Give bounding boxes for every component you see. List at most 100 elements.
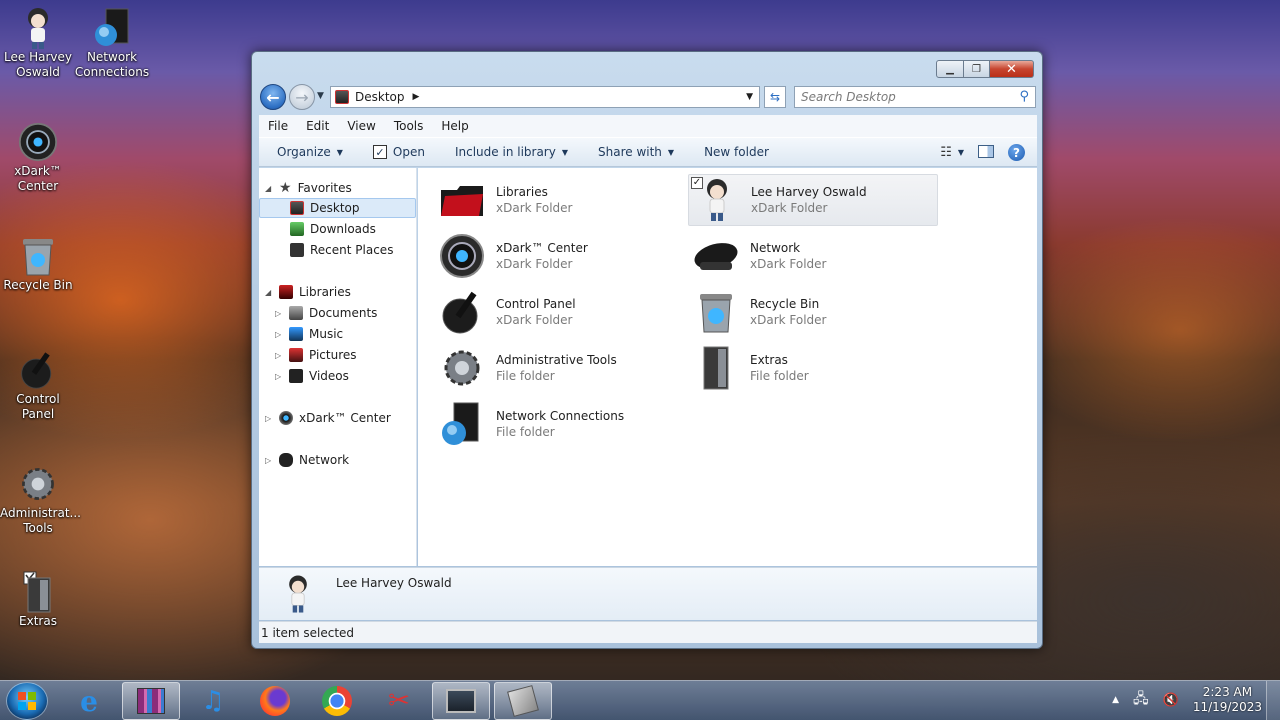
maximize-button[interactable]: ❐	[964, 60, 990, 78]
close-icon: ✕	[1006, 61, 1017, 77]
nav-documents[interactable]: ▷ Documents	[275, 303, 377, 323]
collapse-arrow-icon[interactable]: ◢	[265, 184, 273, 193]
file-item-administrative-tools[interactable]: Administrative Tools File folder	[434, 342, 684, 394]
taskbar-tools[interactable]: ✂	[370, 682, 428, 720]
star-icon: ★	[279, 180, 292, 196]
show-hidden-icons-button[interactable]: ▲	[1112, 695, 1119, 705]
file-name: Libraries	[496, 185, 548, 199]
expand-arrow-icon[interactable]: ▷	[275, 309, 283, 318]
start-button[interactable]	[6, 682, 48, 720]
close-button[interactable]: ✕	[990, 60, 1034, 78]
desktop-icon-lee-harvey-oswald[interactable]: Lee Harvey Oswald	[0, 8, 76, 80]
minimize-icon: ▁	[946, 63, 954, 75]
file-type: xDark Folder	[496, 257, 573, 271]
clock-date: 11/19/2023	[1192, 700, 1262, 714]
change-view-button[interactable]: ☷ ▼	[940, 145, 964, 160]
help-button[interactable]: ?	[1008, 144, 1025, 161]
desktop-icon-recycle-bin[interactable]: Recycle Bin	[0, 236, 76, 293]
file-name: xDark™ Center	[496, 241, 588, 255]
taskbar-explorer[interactable]	[432, 682, 490, 720]
file-item-xdark-center[interactable]: xDark™ Center xDark Folder	[434, 230, 684, 282]
file-item-network[interactable]: Network xDark Folder	[688, 230, 938, 282]
menu-file[interactable]: File	[268, 119, 288, 133]
show-desktop-button[interactable]	[1266, 681, 1280, 720]
nav-xdark-center[interactable]: ▷ xDark™ Center	[265, 408, 391, 428]
menu-help[interactable]: Help	[441, 119, 468, 133]
nav-label: Network	[299, 453, 350, 467]
itunes-icon: ♫	[201, 686, 225, 716]
nav-libraries[interactable]: ◢ Libraries	[265, 282, 351, 302]
taskbar-chrome[interactable]	[308, 682, 366, 720]
breadcrumb-chevron-icon[interactable]: ▶	[413, 92, 420, 102]
volume-muted-icon[interactable]: 🔇	[1163, 693, 1179, 708]
network-icon	[692, 232, 740, 280]
nav-downloads[interactable]: Downloads	[290, 219, 376, 239]
file-item-lee-harvey-oswald[interactable]: ✓ Lee Harvey Oswald xDark Folder	[688, 174, 938, 226]
command-bar-right: ☷ ▼ ?	[940, 144, 1025, 161]
desktop-icon-label: Administrat... Tools	[0, 506, 81, 535]
taskbar-itunes[interactable]: ♫	[184, 682, 242, 720]
nav-network[interactable]: ▷ Network	[265, 450, 349, 470]
desktop-icon-label: Network Connections	[74, 50, 150, 79]
refresh-button[interactable]: ⇆	[764, 86, 786, 108]
share-with-button[interactable]: Share with ▼	[598, 145, 674, 159]
recent-pages-dropdown[interactable]: ▼	[317, 91, 324, 101]
expand-arrow-icon[interactable]: ▷	[265, 456, 273, 465]
minimize-button[interactable]: ▁	[936, 60, 964, 78]
taskbar-internet-explorer[interactable]: e	[60, 682, 118, 720]
menu-tools[interactable]: Tools	[394, 119, 424, 133]
menu-edit[interactable]: Edit	[306, 119, 329, 133]
desktop-icon-extras[interactable]: Extras	[0, 571, 76, 629]
file-name: Control Panel	[496, 297, 576, 311]
expand-arrow-icon[interactable]: ▷	[265, 414, 273, 423]
open-button[interactable]: ✓ Open	[372, 145, 425, 159]
desktop-icon-control-panel[interactable]: Control Panel	[0, 350, 76, 422]
search-input[interactable]: Search Desktop ⚲	[794, 86, 1036, 108]
details-pane: Lee Harvey Oswald	[259, 567, 1037, 620]
windows-logo-icon	[18, 692, 36, 710]
nav-music[interactable]: ▷ Music	[275, 324, 343, 344]
taskbar: e ♫ ✂ ▲ 🖧 🔇 2:23 AM 11/19/2023	[0, 680, 1280, 720]
taskbar-firefox[interactable]	[246, 682, 304, 720]
file-item-control-panel[interactable]: Control Panel xDark Folder	[434, 286, 684, 338]
nav-recent-places[interactable]: Recent Places	[290, 240, 393, 260]
nav-favorites[interactable]: ◢ ★ Favorites	[265, 178, 352, 198]
expand-arrow-icon[interactable]: ▷	[275, 330, 283, 339]
desktop-icon-network-connections[interactable]: Network Connections	[74, 8, 150, 80]
nav-pictures[interactable]: ▷ Pictures	[275, 345, 357, 365]
expand-arrow-icon[interactable]: ▷	[275, 372, 283, 381]
desktop-icon-xdark-center[interactable]: xDark™ Center	[0, 122, 76, 194]
collapse-arrow-icon[interactable]: ◢	[265, 288, 273, 297]
nav-desktop[interactable]: Desktop	[259, 198, 416, 218]
file-item-network-connections[interactable]: Network Connections File folder	[434, 398, 684, 450]
tools-icon: ✂	[388, 686, 410, 716]
selection-checkbox[interactable]: ✓	[691, 177, 703, 189]
network-status-icon[interactable]: 🖧	[1133, 688, 1149, 712]
new-folder-button[interactable]: New folder	[704, 145, 769, 159]
organize-button[interactable]: Organize ▼	[277, 145, 343, 159]
organize-label: Organize	[277, 145, 331, 159]
file-item-recycle-bin[interactable]: Recycle Bin xDark Folder	[688, 286, 938, 338]
menu-view[interactable]: View	[347, 119, 375, 133]
include-in-library-button[interactable]: Include in library ▼	[455, 145, 568, 159]
nav-label: Pictures	[309, 348, 357, 362]
chevron-down-icon: ▼	[336, 147, 343, 157]
back-button[interactable]: ←	[260, 84, 286, 110]
expand-arrow-icon[interactable]: ▷	[275, 351, 283, 360]
nav-label: xDark™ Center	[299, 411, 391, 425]
clock[interactable]: 2:23 AM 11/19/2023	[1193, 685, 1262, 715]
taskbar-winrar[interactable]	[122, 682, 180, 720]
desktop-folder-icon	[290, 201, 304, 215]
preview-pane-button[interactable]	[978, 144, 994, 161]
desktop-icon-administrative-tools[interactable]: Administrat... Tools	[0, 464, 81, 536]
forward-button[interactable]: →	[289, 84, 315, 110]
taskbar-xdark[interactable]	[494, 682, 552, 720]
file-name: Recycle Bin	[750, 297, 820, 311]
address-location[interactable]: Desktop	[355, 90, 405, 104]
search-icon[interactable]: ⚲	[1019, 89, 1029, 104]
file-item-extras[interactable]: Extras File folder	[688, 342, 938, 394]
nav-videos[interactable]: ▷ Videos	[275, 366, 349, 386]
address-history-dropdown[interactable]: ▼	[746, 92, 753, 102]
address-bar[interactable]: Desktop ▶ ▼	[330, 86, 760, 108]
file-item-libraries[interactable]: Libraries xDark Folder	[434, 174, 684, 226]
